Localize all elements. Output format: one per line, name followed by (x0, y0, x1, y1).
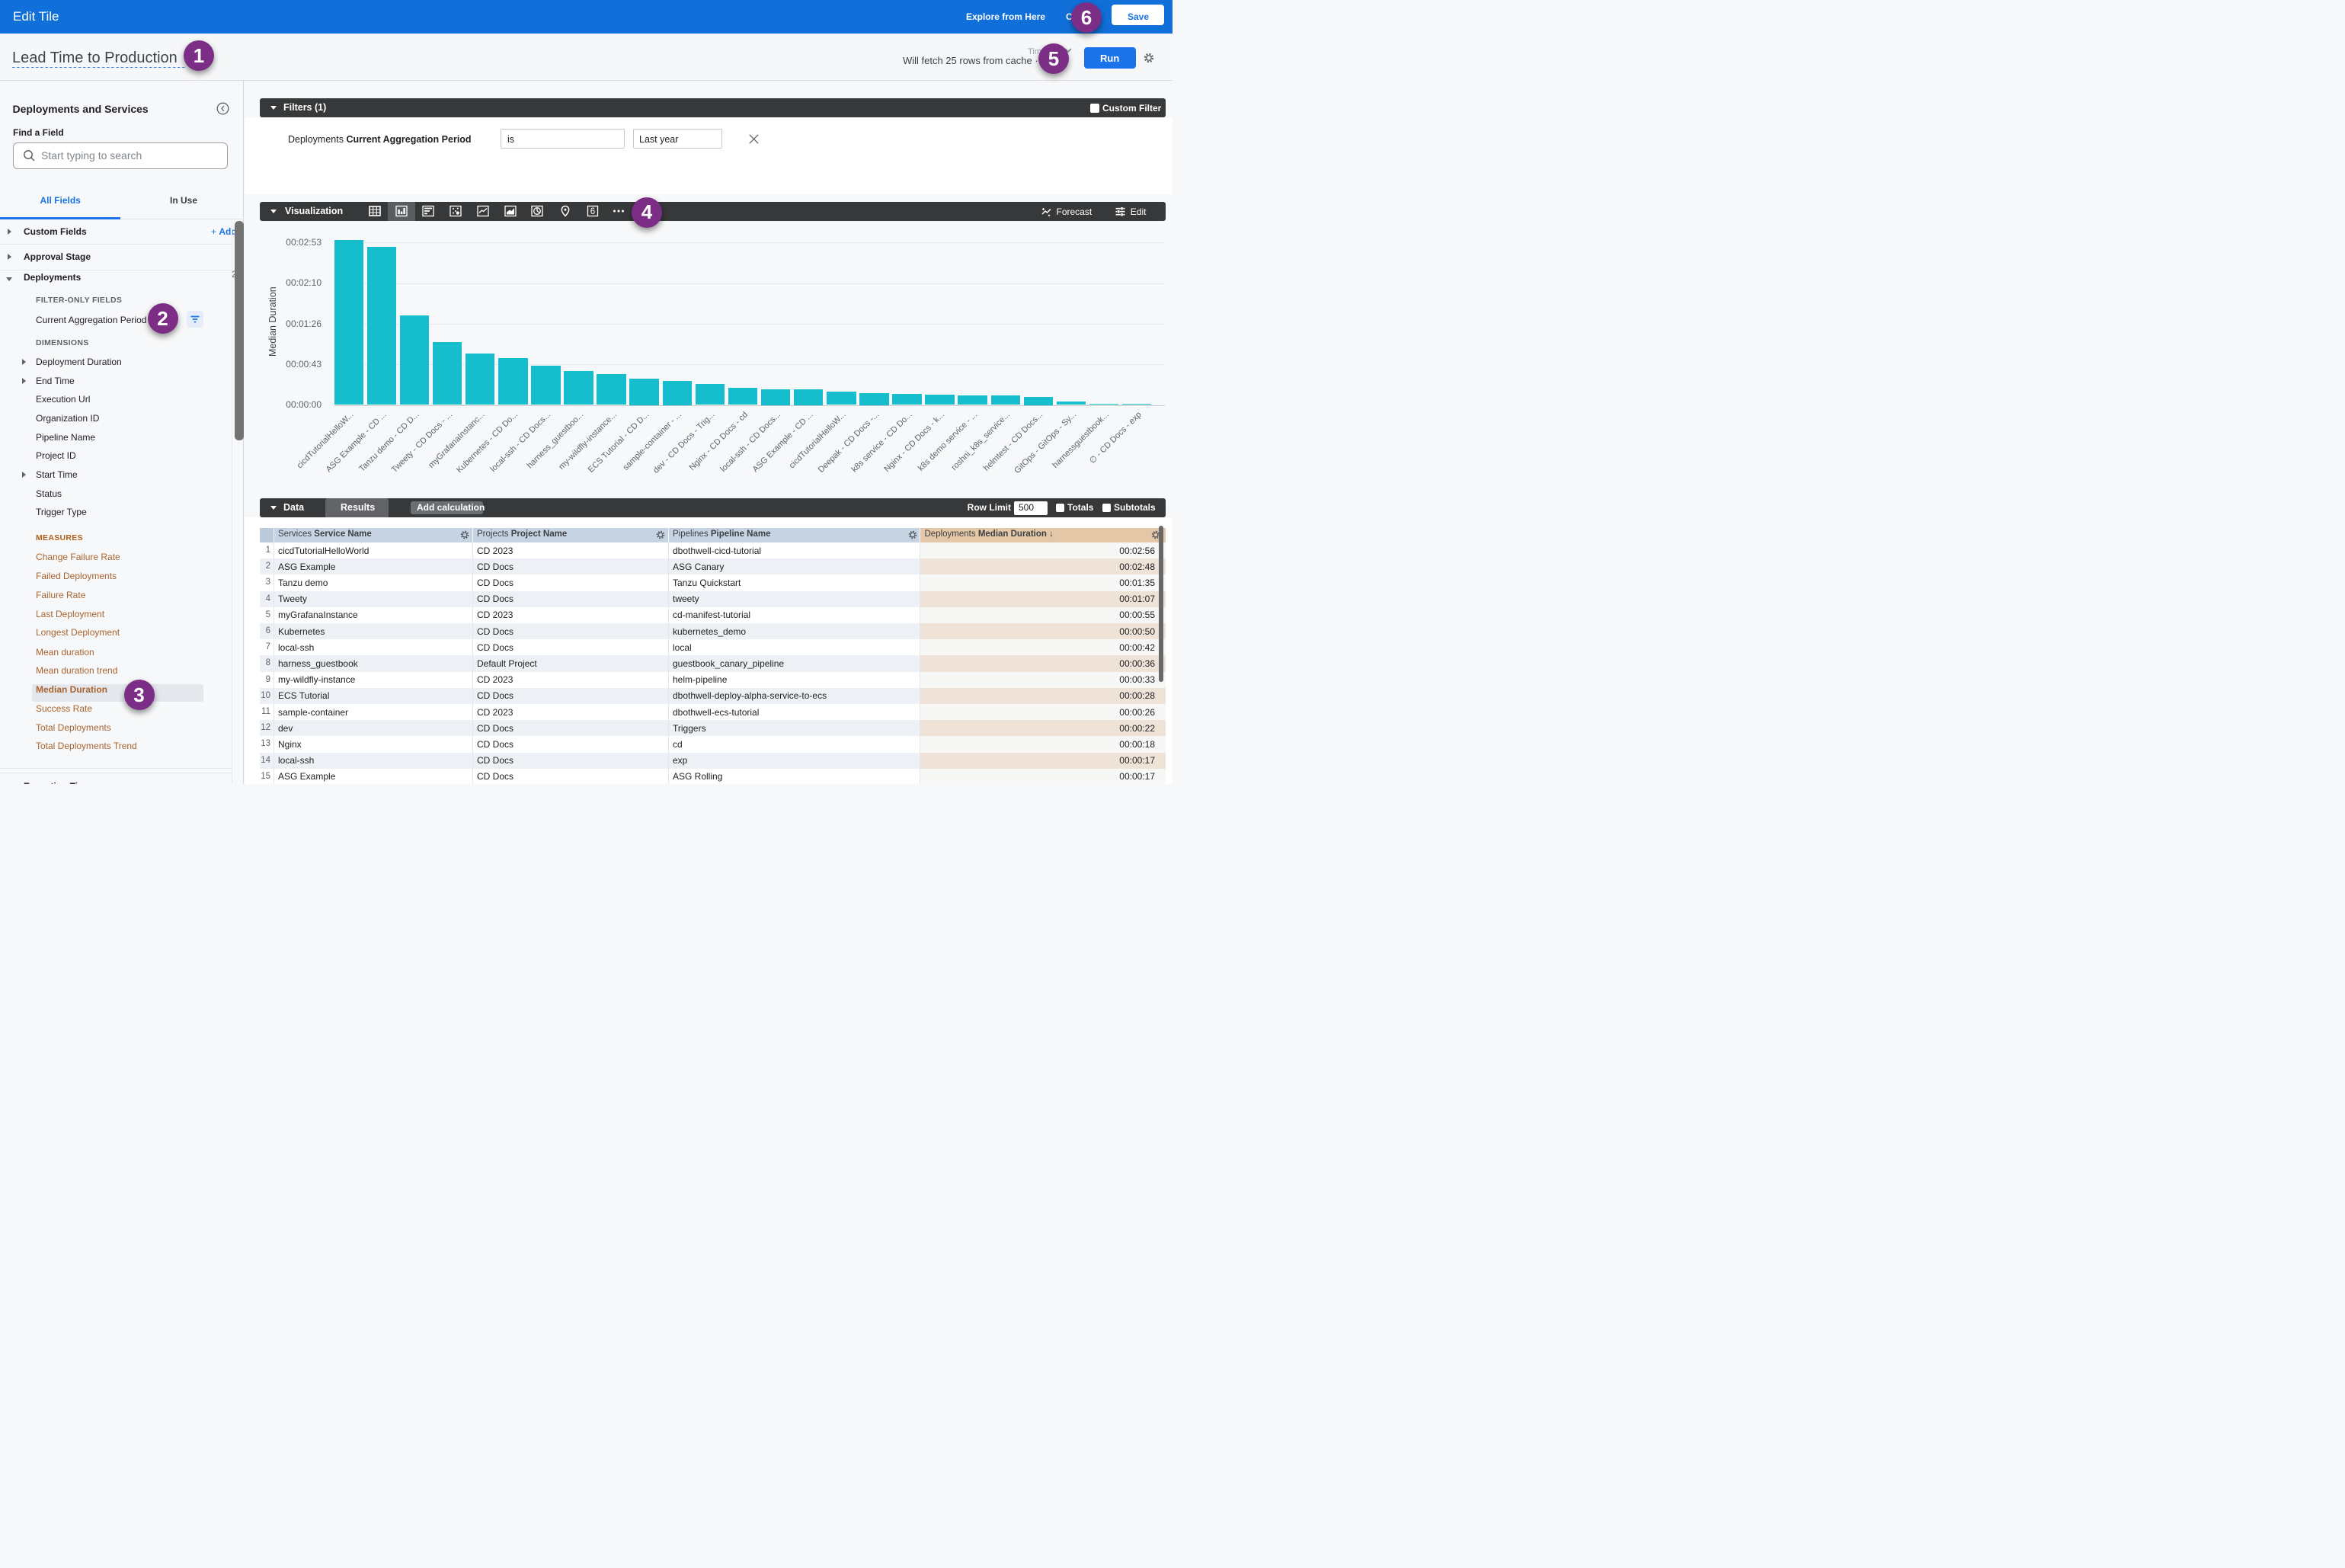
svg-text:6: 6 (590, 207, 594, 216)
